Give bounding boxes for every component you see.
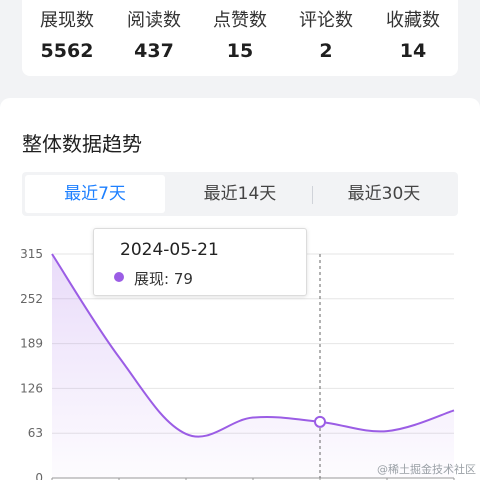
tooltip-date: 2024-05-21 [120,240,219,260]
chart-tooltip: 2024-05-21 展现: 79 [93,228,307,296]
tooltip-series-value: 展现: 79 [134,270,193,288]
y-tick-label: 315 [20,247,43,261]
series-dot-icon [114,272,124,282]
y-tick-label: 252 [20,292,43,306]
hover-point [314,415,326,428]
y-tick-label: 63 [28,426,43,440]
y-tick-label: 0 [35,471,43,480]
y-tick-label: 189 [20,337,43,351]
y-tick-label: 126 [20,381,43,395]
watermark: @稀土掘金技术社区 [377,463,476,476]
